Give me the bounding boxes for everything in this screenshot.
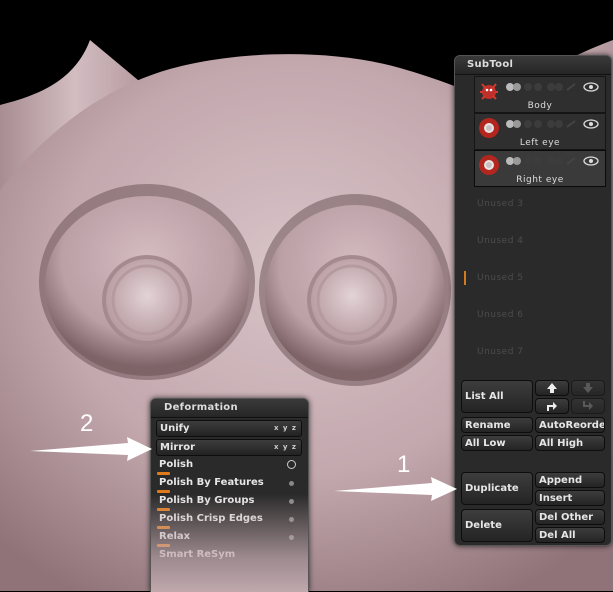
all-high-button[interactable]: All High bbox=[535, 435, 605, 451]
unify-label: Unify bbox=[160, 423, 190, 434]
mirror-button[interactable]: Mirror x y z bbox=[156, 439, 302, 456]
subtool-item-unused-5[interactable]: Unused 5 bbox=[474, 261, 606, 298]
del-all-button[interactable]: Del All bbox=[535, 527, 605, 543]
subtool-item-right-eye[interactable]: Right eye bbox=[474, 150, 606, 187]
polish-by-features-label: Polish By Features bbox=[159, 477, 264, 488]
deformation-palette: Deformation Unify x y z Mirror x y z Pol… bbox=[150, 398, 309, 592]
polish-by-groups-label: Polish By Groups bbox=[159, 495, 255, 506]
all-low-button[interactable]: All Low bbox=[461, 435, 533, 451]
smart-resym-label: Smart ReSym bbox=[159, 549, 236, 560]
subtool-item-body[interactable]: Body bbox=[474, 76, 606, 113]
bent-arrow-up-icon bbox=[547, 402, 557, 411]
subtool-scroll-marker[interactable] bbox=[464, 271, 466, 285]
subtool-palette-title[interactable]: SubTool bbox=[455, 56, 611, 75]
subtool-item-label: Unused 3 bbox=[477, 199, 524, 209]
subtool-item-label: Left eye bbox=[519, 138, 561, 148]
slider-dot-icon[interactable] bbox=[289, 535, 294, 540]
subtool-item-label: Unused 4 bbox=[477, 236, 524, 246]
move-up-button[interactable] bbox=[535, 380, 569, 396]
subtool-item-label: Unused 6 bbox=[477, 310, 524, 320]
slider-dot-icon[interactable] bbox=[289, 517, 294, 522]
arrow-down-icon bbox=[583, 383, 593, 393]
subtool-item-unused-4[interactable]: Unused 4 bbox=[474, 224, 606, 261]
xyz-axis-toggle[interactable]: x y z bbox=[274, 421, 297, 436]
slider-fill bbox=[157, 472, 170, 475]
subtool-item-left-eye[interactable]: Left eye bbox=[474, 113, 606, 150]
subtool-item-label: Unused 5 bbox=[477, 273, 524, 283]
eye-sphere-thumbnail-icon bbox=[479, 155, 499, 175]
subtool-toggle-group[interactable] bbox=[505, 81, 605, 93]
smart-resym-slider[interactable]: Smart ReSym bbox=[156, 548, 302, 565]
subtool-item-unused-6[interactable]: Unused 6 bbox=[474, 298, 606, 335]
duplicate-button[interactable]: Duplicate bbox=[461, 472, 533, 505]
subtool-toggle-group[interactable] bbox=[505, 118, 605, 130]
move-down-right-button[interactable] bbox=[571, 398, 605, 414]
polish-by-features-slider[interactable]: Polish By Features bbox=[156, 476, 302, 493]
bug-thumbnail-icon bbox=[480, 83, 498, 100]
polish-slider[interactable]: Polish bbox=[156, 458, 302, 475]
list-all-button[interactable]: List All bbox=[461, 380, 533, 413]
move-down-button[interactable] bbox=[571, 380, 605, 396]
bent-arrow-down-icon bbox=[583, 401, 593, 410]
arrow-up-icon bbox=[547, 383, 557, 393]
slider-fill bbox=[157, 508, 170, 511]
eye-sphere-thumbnail-icon bbox=[479, 118, 499, 138]
slider-fill bbox=[157, 544, 170, 547]
subtool-palette: SubTool Body Left eye Right eye Unused 3… bbox=[454, 55, 612, 546]
slider-dot-icon[interactable] bbox=[289, 499, 294, 504]
rename-button[interactable]: Rename bbox=[461, 417, 533, 433]
polish-label: Polish bbox=[159, 459, 194, 470]
polish-by-groups-slider[interactable]: Polish By Groups bbox=[156, 494, 302, 511]
slider-fill bbox=[157, 490, 170, 493]
subtool-toggle-group[interactable] bbox=[505, 155, 605, 167]
auto-reorder-button[interactable]: AutoReorde bbox=[535, 417, 605, 433]
mirror-label: Mirror bbox=[160, 442, 196, 453]
step-number-2: 2 bbox=[80, 410, 94, 437]
xyz-axis-toggle[interactable]: x y z bbox=[274, 440, 297, 455]
append-button[interactable]: Append bbox=[535, 472, 605, 488]
polish-crisp-edges-label: Polish Crisp Edges bbox=[159, 513, 263, 524]
insert-button[interactable]: Insert bbox=[535, 490, 605, 506]
polish-crisp-edges-slider[interactable]: Polish Crisp Edges bbox=[156, 512, 302, 529]
subtool-item-unused-3[interactable]: Unused 3 bbox=[474, 187, 606, 224]
subtool-item-label: Body bbox=[527, 101, 553, 111]
slider-dot-icon[interactable] bbox=[289, 481, 294, 486]
unify-button[interactable]: Unify x y z bbox=[156, 420, 302, 437]
relax-slider[interactable]: Relax bbox=[156, 530, 302, 547]
delete-button[interactable]: Delete bbox=[461, 509, 533, 542]
subtool-item-unused-7[interactable]: Unused 7 bbox=[474, 335, 606, 372]
subtool-item-label: Right eye bbox=[516, 175, 564, 185]
polish-mode-ring-icon[interactable] bbox=[287, 460, 296, 469]
subtool-item-label: Unused 7 bbox=[477, 347, 524, 357]
slider-fill bbox=[157, 526, 170, 529]
step-number-1: 1 bbox=[397, 451, 411, 478]
relax-label: Relax bbox=[159, 531, 191, 542]
move-up-right-button[interactable] bbox=[535, 398, 569, 414]
deformation-palette-title[interactable]: Deformation bbox=[151, 399, 308, 418]
del-other-button[interactable]: Del Other bbox=[535, 509, 605, 525]
subtool-list: Body Left eye Right eye Unused 3 Unused … bbox=[474, 76, 606, 372]
